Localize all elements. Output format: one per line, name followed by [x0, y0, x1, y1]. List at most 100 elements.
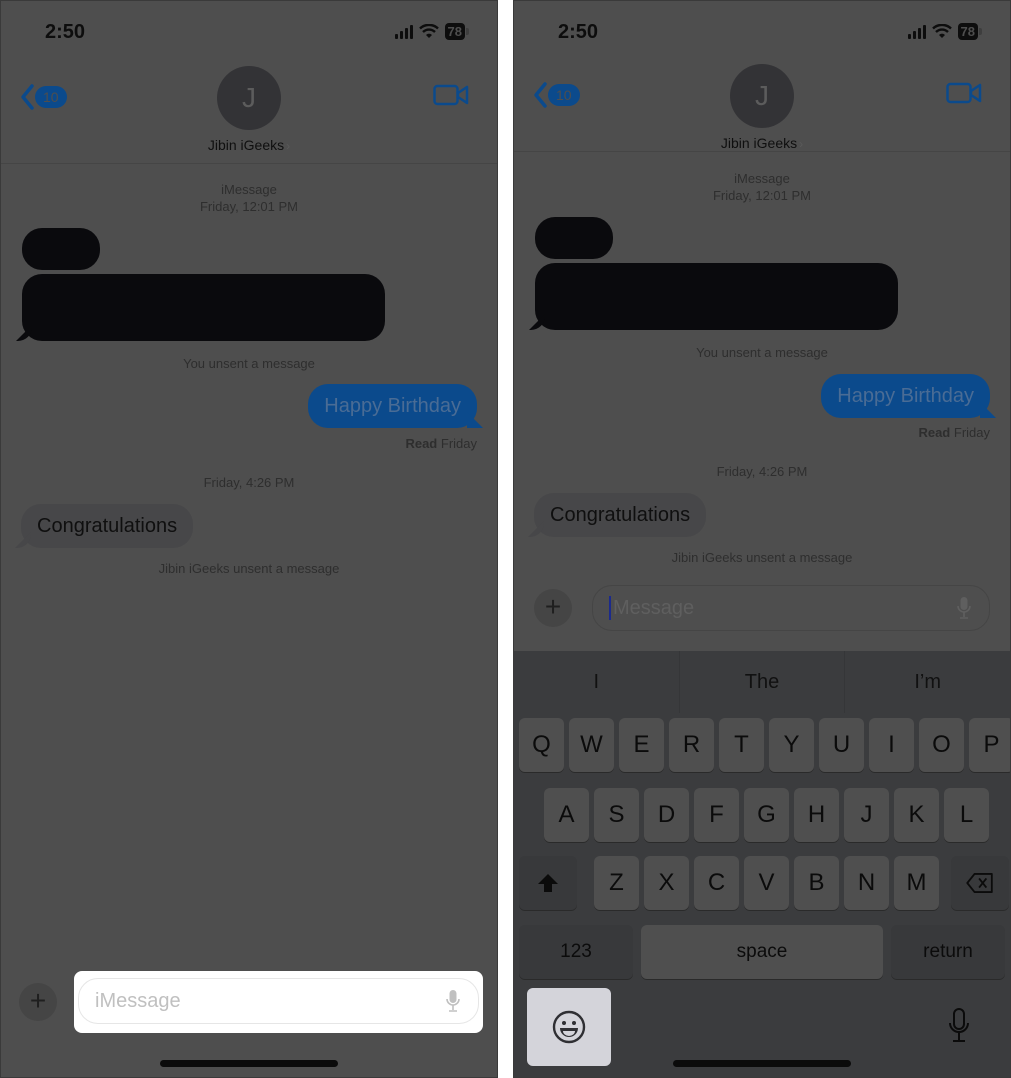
- comparison-stage: 2:50 78 10 J Jibin iGeeks › iMessage Fri…: [0, 0, 1011, 1078]
- received-message-bubble[interactable]: Congratulations: [21, 504, 194, 548]
- sent-message-bubble[interactable]: Happy Birthday: [308, 384, 477, 428]
- message-input[interactable]: Message: [592, 585, 990, 631]
- chevron-left-icon: [21, 84, 34, 110]
- return-key[interactable]: return: [891, 925, 1005, 979]
- unread-count-badge: 10: [35, 86, 67, 108]
- service-label: iMessage: [734, 171, 790, 186]
- unsent-notice: You unsent a message: [183, 356, 315, 371]
- suggestion-item[interactable]: The: [680, 651, 846, 713]
- timestamp-label: Friday, 4:26 PM: [716, 464, 808, 479]
- key-b[interactable]: B: [794, 856, 839, 910]
- key-a[interactable]: A: [544, 788, 589, 842]
- key-f[interactable]: F: [694, 788, 739, 842]
- conversation-header: 10 J Jibin iGeeks ›: [1, 61, 497, 164]
- key-l[interactable]: L: [944, 788, 989, 842]
- timestamp-label: Friday, 12:01 PM: [199, 199, 299, 214]
- read-receipt: Read Friday: [918, 425, 990, 441]
- contact-name: Jibin iGeeks: [720, 135, 798, 151]
- key-g[interactable]: G: [744, 788, 789, 842]
- key-k[interactable]: K: [894, 788, 939, 842]
- key-u[interactable]: U: [819, 718, 864, 772]
- key-z[interactable]: Z: [594, 856, 639, 910]
- read-day: Friday: [440, 436, 477, 451]
- contact-name: Jibin iGeeks: [207, 137, 285, 153]
- conversation-header: 10 J Jibin iGeeks ›: [514, 59, 1010, 152]
- back-button[interactable]: 10: [19, 83, 67, 111]
- sent-message-bubble[interactable]: Happy Birthday: [821, 374, 990, 418]
- cellular-signal-icon: [907, 24, 926, 39]
- key-i[interactable]: I: [869, 718, 914, 772]
- key-p[interactable]: P: [969, 718, 1010, 772]
- chevron-right-icon: ›: [286, 139, 291, 153]
- text-cursor: [609, 596, 611, 620]
- key-j[interactable]: J: [844, 788, 889, 842]
- wifi-icon: [931, 24, 952, 38]
- key-q[interactable]: Q: [519, 718, 564, 772]
- message-input-placeholder: Message: [613, 596, 695, 619]
- chevron-right-icon: ›: [799, 137, 804, 151]
- contact-name-button[interactable]: Jibin iGeeks ›: [1, 137, 497, 153]
- read-label: Read: [405, 436, 438, 451]
- facetime-video-icon[interactable]: [433, 83, 469, 107]
- unsent-notice: You unsent a message: [696, 345, 828, 360]
- status-time: 2:50: [558, 21, 599, 43]
- key-y[interactable]: Y: [769, 718, 814, 772]
- key-x[interactable]: X: [644, 856, 689, 910]
- key-d[interactable]: D: [644, 788, 689, 842]
- key-t[interactable]: T: [719, 718, 764, 772]
- battery-icon: 78: [444, 23, 465, 40]
- timestamp-label: Friday, 4:26 PM: [203, 475, 295, 490]
- key-o[interactable]: O: [919, 718, 964, 772]
- shift-key[interactable]: [519, 856, 577, 910]
- shift-arrow-icon: [538, 874, 558, 892]
- apps-plus-button[interactable]: +: [534, 589, 572, 627]
- wifi-icon: [418, 24, 439, 38]
- message-input[interactable]: iMessage: [78, 978, 479, 1024]
- battery-tip: [979, 28, 982, 35]
- contact-name-button[interactable]: Jibin iGeeks ›: [514, 135, 1010, 151]
- received-message-bubble[interactable]: Congratulations: [534, 493, 707, 537]
- message-input-highlight: iMessage: [74, 971, 483, 1033]
- read-receipt: Read Friday: [405, 436, 477, 452]
- on-screen-keyboard: I The I’m QWERTYUIOP ASDFGHJKL ZXCVBNM 1…: [514, 651, 1010, 1077]
- key-e[interactable]: E: [619, 718, 664, 772]
- key-v[interactable]: V: [744, 856, 789, 910]
- space-key[interactable]: space: [641, 925, 883, 979]
- apps-plus-button[interactable]: +: [19, 983, 57, 1021]
- status-bar: 2:50 78: [514, 19, 1010, 47]
- back-button[interactable]: 10: [532, 81, 580, 109]
- unsent-notice: Jibin iGeeks unsent a message: [671, 550, 853, 565]
- key-n[interactable]: N: [844, 856, 889, 910]
- battery-icon: 78: [957, 23, 978, 40]
- microphone-icon[interactable]: [957, 596, 971, 620]
- backspace-icon: [966, 873, 993, 893]
- redacted-message-bubble: [535, 263, 898, 330]
- status-time: 2:50: [45, 21, 86, 43]
- redacted-message-bubble: [535, 217, 613, 259]
- chevron-left-icon: [534, 82, 547, 108]
- dictation-microphone-icon[interactable]: [948, 1007, 970, 1043]
- suggestion-item[interactable]: I’m: [845, 651, 1010, 713]
- battery-tip: [466, 28, 469, 35]
- contact-avatar[interactable]: J: [217, 66, 281, 130]
- key-w[interactable]: W: [569, 718, 614, 772]
- key-c[interactable]: C: [694, 856, 739, 910]
- home-indicator: [673, 1060, 851, 1067]
- redacted-message-bubble: [22, 274, 385, 341]
- key-s[interactable]: S: [594, 788, 639, 842]
- contact-avatar[interactable]: J: [730, 64, 794, 128]
- key-m[interactable]: M: [894, 856, 939, 910]
- numbers-key[interactable]: 123: [519, 925, 633, 979]
- key-h[interactable]: H: [794, 788, 839, 842]
- unsent-notice: Jibin iGeeks unsent a message: [158, 561, 340, 576]
- service-label: iMessage: [221, 182, 277, 197]
- emoji-key[interactable]: [527, 988, 611, 1066]
- facetime-video-icon[interactable]: [946, 81, 982, 105]
- key-r[interactable]: R: [669, 718, 714, 772]
- delete-key[interactable]: [951, 856, 1009, 910]
- timestamp-label: Friday, 12:01 PM: [712, 188, 812, 203]
- left-phone-screen: 2:50 78 10 J Jibin iGeeks › iMessage Fri…: [0, 0, 498, 1078]
- suggestion-item[interactable]: I: [514, 651, 680, 713]
- right-phone-screen: 2:50 78 10 J Jibin iGeeks › iMessage Fri…: [513, 0, 1011, 1078]
- microphone-icon[interactable]: [446, 989, 460, 1013]
